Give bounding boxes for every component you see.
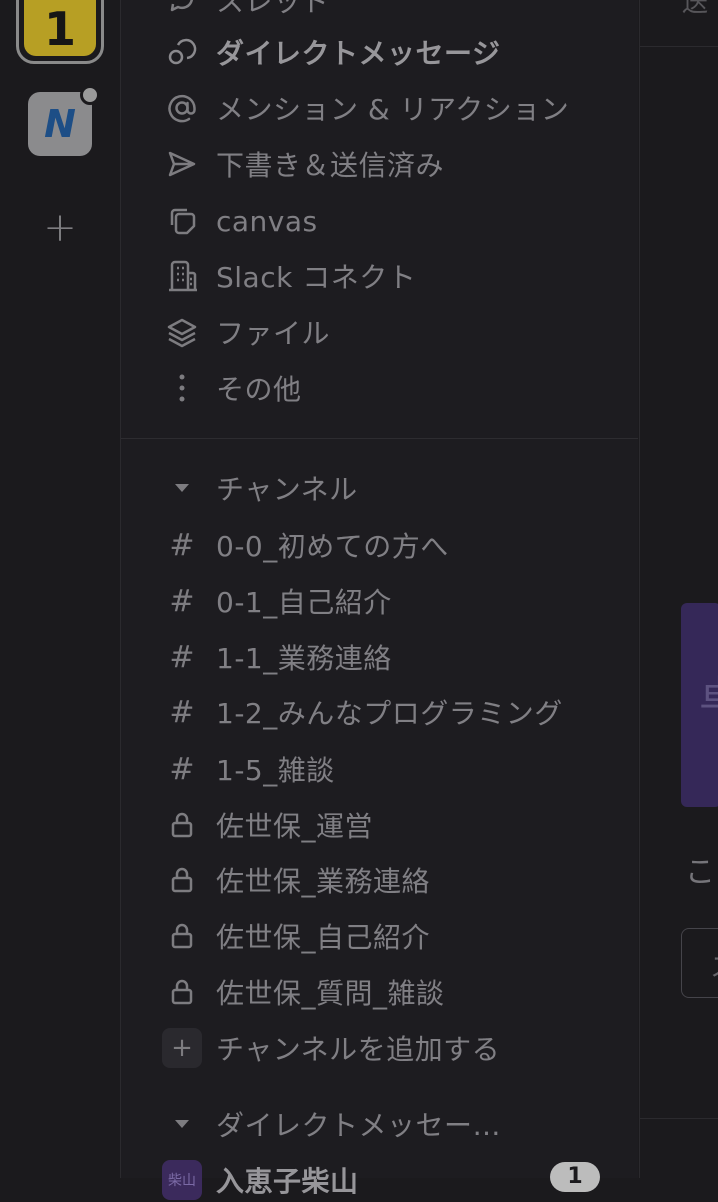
channel-name: 佐世保_業務連絡 (216, 865, 431, 898)
channel-item[interactable]: # 1-2_みんなプログラミング (160, 690, 563, 734)
nav-slack-connect-label: Slack コネクト (216, 261, 417, 294)
main-header-divider (640, 46, 718, 47)
channel-name: 0-1_自己紹介 (216, 586, 392, 619)
lock-icon (160, 803, 204, 847)
nav-threads[interactable]: スレッド (160, 0, 330, 22)
nav-mentions-label: メンション & リアクション (216, 93, 570, 126)
nav-canvas-label: canvas (216, 204, 318, 238)
channel-item-private[interactable]: 佐世保_業務連絡 (160, 858, 430, 902)
more-vertical-icon (160, 366, 204, 410)
layers-icon (160, 310, 204, 354)
caret-down-icon (160, 466, 204, 510)
direct-messages-icon (160, 30, 204, 74)
main-footer-divider (640, 1118, 718, 1119)
nav-more[interactable]: その他 (160, 366, 302, 410)
workspace-1-initial: 1 (24, 0, 96, 56)
nav-more-label: その他 (216, 373, 302, 406)
nav-drafts-label: 下書き＆送信済み (216, 149, 445, 182)
add-workspace-button[interactable]: + (40, 208, 80, 248)
lock-icon (160, 970, 204, 1014)
add-channel-label: チャンネルを追加する (216, 1033, 501, 1066)
plus-icon: + (162, 1028, 202, 1068)
nav-files[interactable]: ファイル (160, 310, 330, 354)
channel-item-private[interactable]: 佐世保_質問_雑談 (160, 970, 445, 1014)
main-banner-text: 卓 (699, 663, 718, 724)
main-action-button-label: ス (710, 947, 718, 984)
add-channel-button[interactable]: + チャンネルを追加する (160, 1026, 500, 1070)
hash-icon: # (169, 694, 195, 730)
building-icon (160, 254, 204, 298)
dm-avatar-wrap: 柴山 (160, 1158, 204, 1202)
at-sign-icon (160, 86, 204, 130)
nav-direct-messages-label: ダイレクトメッセージ (216, 37, 501, 70)
channels-header-label: チャンネル (216, 473, 358, 506)
channel-name: 1-1_業務連絡 (216, 642, 392, 675)
dm-name: 入恵子柴山 (216, 1165, 359, 1198)
nav-files-label: ファイル (216, 317, 331, 350)
nav-threads-label: スレッド (216, 0, 331, 18)
unread-badge: 1 (550, 1162, 600, 1192)
channel-item[interactable]: # 0-0_初めての方へ (160, 523, 449, 567)
channel-name: 1-2_みんなプログラミング (216, 697, 563, 730)
dm-section-header[interactable]: ダイレクトメッセー… (160, 1102, 501, 1146)
nav-drafts[interactable]: 下書き＆送信済み (160, 142, 444, 186)
hash-icon: # (169, 751, 195, 787)
workspace-rail: 1 N + (0, 0, 121, 1178)
nav-canvas[interactable]: canvas (160, 199, 318, 243)
channel-item[interactable]: # 1-1_業務連絡 (160, 635, 392, 679)
add-channel-icon-wrap: + (160, 1026, 204, 1070)
main-pane: 送 卓 こ ス (639, 0, 718, 1178)
channel-name: 佐世保_自己紹介 (216, 921, 431, 954)
workspace-2-status-dot (80, 85, 100, 105)
main-action-button[interactable]: ス (681, 928, 718, 998)
channel-item[interactable]: # 1-5_雑談 (160, 747, 335, 791)
hash-icon: # (169, 639, 195, 675)
channel-name: 佐世保_質問_雑談 (216, 977, 445, 1010)
dm-header-label: ダイレクトメッセー… (216, 1109, 502, 1142)
dm-item[interactable]: 柴山 入恵子柴山 (160, 1158, 359, 1202)
main-body-text: こ (685, 855, 715, 890)
channel-name: 1-5_雑談 (216, 754, 335, 787)
nav-direct-messages[interactable]: ダイレクトメッセージ (160, 30, 500, 74)
lock-icon (160, 858, 204, 902)
nav-mentions[interactable]: メンション & リアクション (160, 86, 569, 130)
threads-icon (160, 0, 204, 22)
canvas-icon (160, 199, 204, 243)
send-icon (160, 142, 204, 186)
main-banner: 卓 (681, 603, 718, 807)
hash-icon: # (169, 583, 195, 619)
caret-down-icon (160, 1102, 204, 1146)
channels-section-header[interactable]: チャンネル (160, 466, 358, 510)
sidebar-divider (121, 438, 638, 439)
channel-name: 佐世保_運営 (216, 810, 374, 843)
main-header-text: 送 (682, 0, 709, 18)
lock-icon (160, 914, 204, 958)
channel-item[interactable]: # 0-1_自己紹介 (160, 579, 392, 623)
workspace-icon-1[interactable]: 1 (16, 0, 104, 64)
channel-item-private[interactable]: 佐世保_運営 (160, 803, 373, 847)
avatar: 柴山 (162, 1160, 202, 1200)
hash-icon: # (169, 527, 195, 563)
channel-name: 0-0_初めての方へ (216, 530, 449, 563)
nav-slack-connect[interactable]: Slack コネクト (160, 254, 416, 298)
channel-item-private[interactable]: 佐世保_自己紹介 (160, 914, 430, 958)
